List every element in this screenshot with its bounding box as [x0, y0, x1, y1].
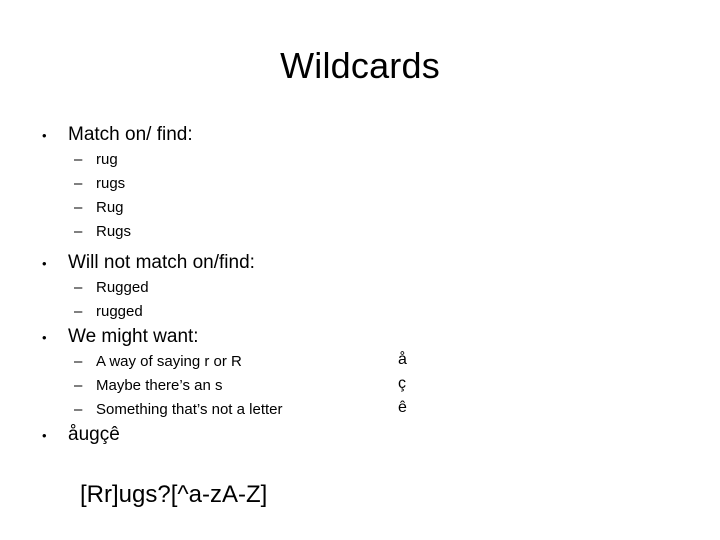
bullet-heading-label: We might want:	[68, 326, 199, 347]
list-item-label: A way of saying r or R	[96, 353, 242, 370]
regex-example: [Rr]ugs?[^a-zA-Z]	[80, 481, 268, 508]
list-item-label: Rugs	[96, 223, 132, 240]
dash-icon: –	[74, 279, 83, 296]
bullet-dot-icon: •	[42, 428, 47, 443]
bullet-heading-we-might-want: • We might want:	[0, 324, 720, 350]
dash-icon: –	[74, 175, 83, 192]
accent-glyph-c-cedilla: ç	[398, 375, 406, 392]
list-item: – Rugged	[0, 276, 720, 300]
dash-icon: –	[74, 199, 83, 216]
bullet-dot-icon: •	[42, 128, 47, 143]
bullet-heading-label: Match on/ find:	[68, 124, 193, 145]
list-item-label: rugs	[96, 175, 126, 192]
dash-icon: –	[74, 303, 83, 320]
list-item: – Rugs	[0, 220, 720, 244]
slide: Wildcards • Match on/ find: – rug – rugs…	[0, 0, 720, 540]
list-item-label: Something that’s not a letter	[96, 401, 283, 418]
page-title: Wildcards	[280, 45, 440, 86]
list-item: – Something that’s not a letter	[0, 398, 720, 422]
accent-glyph-e-circumflex: ê	[398, 399, 407, 416]
dash-icon: –	[74, 151, 83, 168]
accented-examples-label: åugçê	[68, 424, 120, 445]
bullet-heading-match-on-find: • Match on/ find:	[0, 122, 720, 148]
dash-icon: –	[74, 401, 83, 418]
dash-icon: –	[74, 377, 83, 394]
list-item-label: Maybe there’s an s	[96, 377, 223, 394]
accent-glyph-a-ring: å	[398, 351, 407, 368]
bullet-dot-icon: •	[42, 256, 47, 271]
bullet-dot-icon: •	[42, 330, 47, 345]
list-item-label: Rug	[96, 199, 124, 216]
list-item: – rugs	[0, 172, 720, 196]
bullet-heading-label: Will not match on/find:	[68, 252, 255, 273]
bullet-accented-examples: • åugçê	[0, 422, 720, 448]
list-item: – A way of saying r or R	[0, 350, 720, 374]
list-item-label: rugged	[96, 303, 143, 320]
list-item: – Rug	[0, 196, 720, 220]
list-item-label: Rugged	[96, 279, 149, 296]
list-item: – rugged	[0, 300, 720, 324]
accent-glyph-column: å ç ê	[398, 348, 438, 420]
list-item: – rug	[0, 148, 720, 172]
dash-icon: –	[74, 353, 83, 370]
list-item: – Maybe there’s an s	[0, 374, 720, 398]
slide-body: • Match on/ find: – rug – rugs – Rug – R…	[0, 122, 720, 448]
dash-icon: –	[74, 223, 83, 240]
bullet-heading-will-not-match: • Will not match on/find:	[0, 250, 720, 276]
list-item-label: rug	[96, 151, 118, 168]
